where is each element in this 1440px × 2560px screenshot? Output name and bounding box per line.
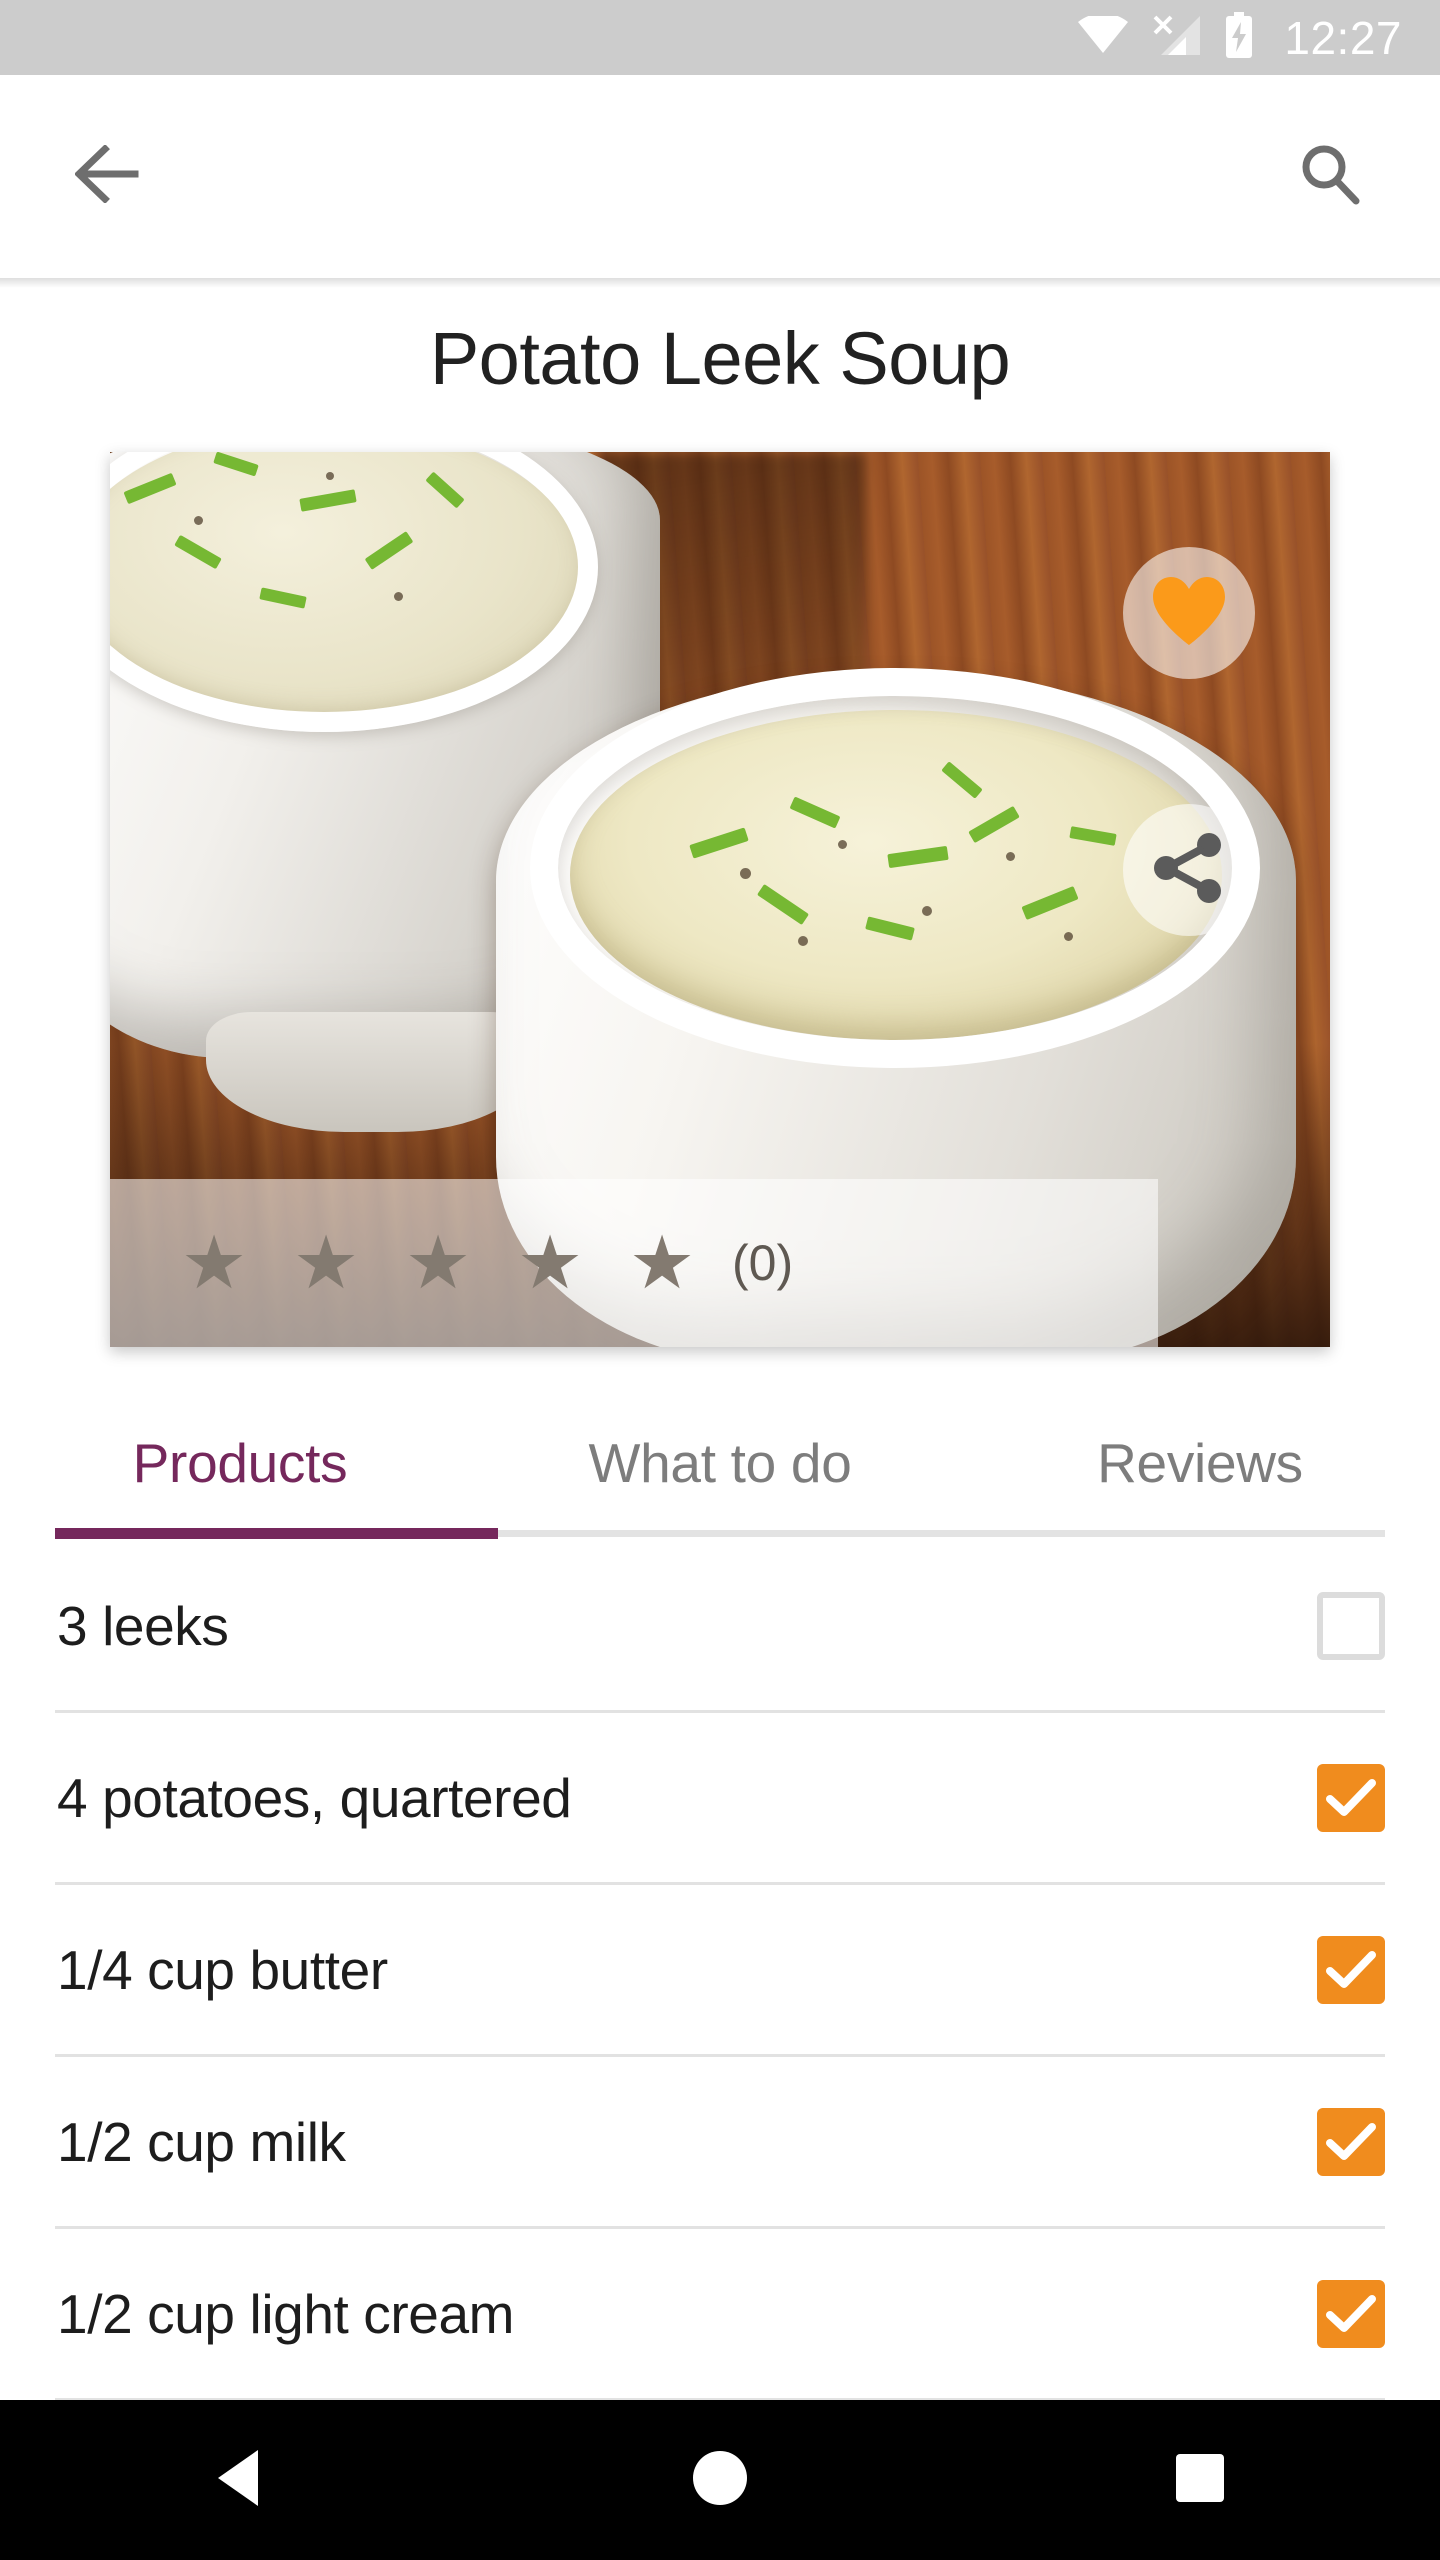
ingredient-label: 3 leeks bbox=[57, 1594, 229, 1657]
tab-products[interactable]: Products bbox=[0, 1395, 480, 1530]
list-item[interactable]: 1/4 cup butter bbox=[0, 1885, 1440, 2054]
rating-count: (0) bbox=[732, 1235, 794, 1291]
ingredient-label: 1/2 cup light cream bbox=[57, 2282, 515, 2345]
ingredient-checkbox[interactable] bbox=[1317, 1591, 1385, 1660]
ingredient-label: 1/4 cup butter bbox=[57, 1938, 388, 2001]
nav-back-button[interactable] bbox=[160, 2400, 320, 2560]
ingredient-checkbox[interactable] bbox=[1317, 2279, 1385, 2348]
app-bar bbox=[0, 75, 1440, 278]
status-bar-clock: 12:27 bbox=[1284, 11, 1402, 64]
recipe-image-card[interactable]: ★ ★ ★ ★ ★ (0) bbox=[110, 452, 1330, 1347]
heart-icon bbox=[1150, 575, 1228, 652]
list-item[interactable]: 3 leeks bbox=[0, 1541, 1440, 1710]
back-arrow-icon bbox=[73, 144, 145, 208]
rating-bar[interactable]: ★ ★ ★ ★ ★ (0) bbox=[110, 1179, 1158, 1347]
back-button[interactable] bbox=[62, 129, 158, 225]
nav-recents-button[interactable] bbox=[1120, 2400, 1280, 2560]
ingredient-checkbox[interactable] bbox=[1317, 1763, 1385, 1832]
check-icon bbox=[1326, 1950, 1376, 1990]
share-button[interactable] bbox=[1123, 804, 1255, 936]
wifi-icon bbox=[1078, 13, 1129, 59]
ingredient-checkbox[interactable] bbox=[1317, 1935, 1385, 2004]
ingredient-checkbox[interactable] bbox=[1317, 2107, 1385, 2176]
star-icon[interactable]: ★ bbox=[494, 1226, 606, 1300]
list-item[interactable]: 1/2 cup milk bbox=[0, 2057, 1440, 2226]
tab-active-indicator bbox=[55, 1528, 498, 1539]
list-item[interactable]: 4 potatoes, quartered bbox=[0, 1713, 1440, 1882]
app-bar-shadow bbox=[0, 278, 1440, 288]
nav-recents-square-icon bbox=[1174, 2452, 1226, 2509]
favorite-button[interactable] bbox=[1123, 547, 1255, 679]
cellular-no-sim-icon bbox=[1150, 13, 1202, 62]
star-icon[interactable]: ★ bbox=[606, 1226, 718, 1300]
nav-home-button[interactable] bbox=[640, 2400, 800, 2560]
android-nav-bar bbox=[0, 2400, 1440, 2560]
nav-back-triangle-icon bbox=[212, 2448, 268, 2513]
ingredient-label: 1/2 cup milk bbox=[57, 2110, 346, 2173]
status-bar: 12:27 bbox=[0, 0, 1440, 75]
check-icon bbox=[1326, 1778, 1376, 1818]
ingredients-list: 3 leeks 4 potatoes, quartered 1/4 cup bu… bbox=[0, 1541, 1440, 2401]
recipe-detail-screen: 12:27 Potato Leek Soup ★ ★ ★ ★ ★ (0) Pro… bbox=[0, 0, 1440, 2560]
tab-what-to-do[interactable]: What to do bbox=[480, 1395, 960, 1530]
star-icon[interactable]: ★ bbox=[270, 1226, 382, 1300]
search-icon bbox=[1298, 142, 1362, 211]
photo-back-bowl-rim bbox=[110, 452, 598, 732]
star-icon[interactable]: ★ bbox=[158, 1226, 270, 1300]
page-title: Potato Leek Soup bbox=[429, 317, 1011, 400]
tab-reviews[interactable]: Reviews bbox=[960, 1395, 1440, 1530]
check-icon bbox=[1326, 2294, 1376, 2334]
photo-back-bowl-foot bbox=[206, 1012, 536, 1132]
check-icon bbox=[1326, 2122, 1376, 2162]
ingredient-label: 4 potatoes, quartered bbox=[57, 1766, 572, 1829]
star-icon[interactable]: ★ bbox=[382, 1226, 494, 1300]
search-button[interactable] bbox=[1282, 129, 1378, 225]
battery-charging-icon bbox=[1224, 12, 1254, 63]
tab-bar: Products What to do Reviews bbox=[0, 1395, 1440, 1530]
share-icon bbox=[1152, 831, 1226, 910]
nav-home-circle-icon bbox=[691, 2449, 749, 2512]
list-item[interactable]: 1/2 cup light cream bbox=[0, 2229, 1440, 2398]
